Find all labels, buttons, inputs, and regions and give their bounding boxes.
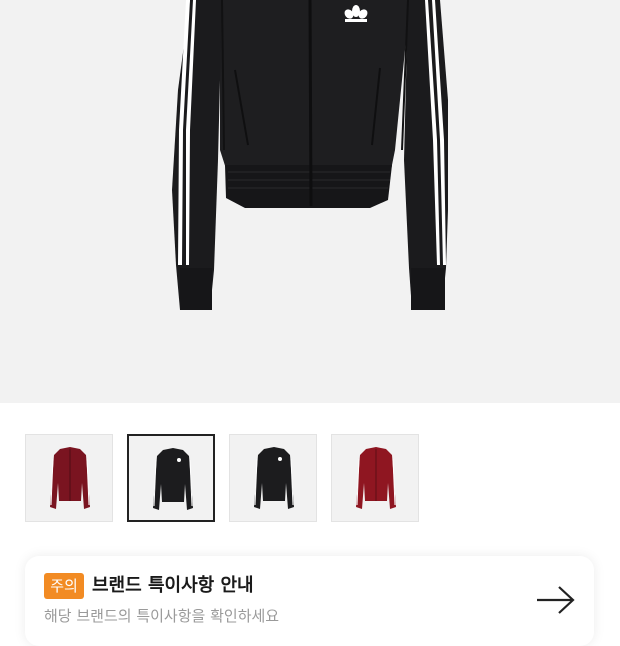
notice-subtitle: 해당 브랜드의 특이사항을 확인하세요 [44,607,280,625]
arrow-right-icon[interactable] [535,584,577,616]
thumbnail-strip [25,434,425,524]
thumbnail-black-jacket-alt[interactable] [229,434,317,522]
thumbnail-burgundy-jacket[interactable] [25,434,113,522]
brand-notice-card[interactable]: 주의 브랜드 특이사항 안내 해당 브랜드의 특이사항을 확인하세요 [25,556,594,646]
black-track-jacket-icon [153,448,193,510]
black-track-jacket-alt-icon [254,447,294,509]
adidas-trefoil-icon [344,5,368,22]
red-track-jacket-icon [356,447,396,509]
caution-badge: 주의 [44,573,84,599]
burgundy-track-jacket-icon [50,447,90,509]
thumbnail-black-jacket[interactable] [127,434,215,522]
product-hero-image [0,0,620,403]
notice-title: 브랜드 특이사항 안내 [92,575,254,596]
thumbnail-red-jacket[interactable] [331,434,419,522]
